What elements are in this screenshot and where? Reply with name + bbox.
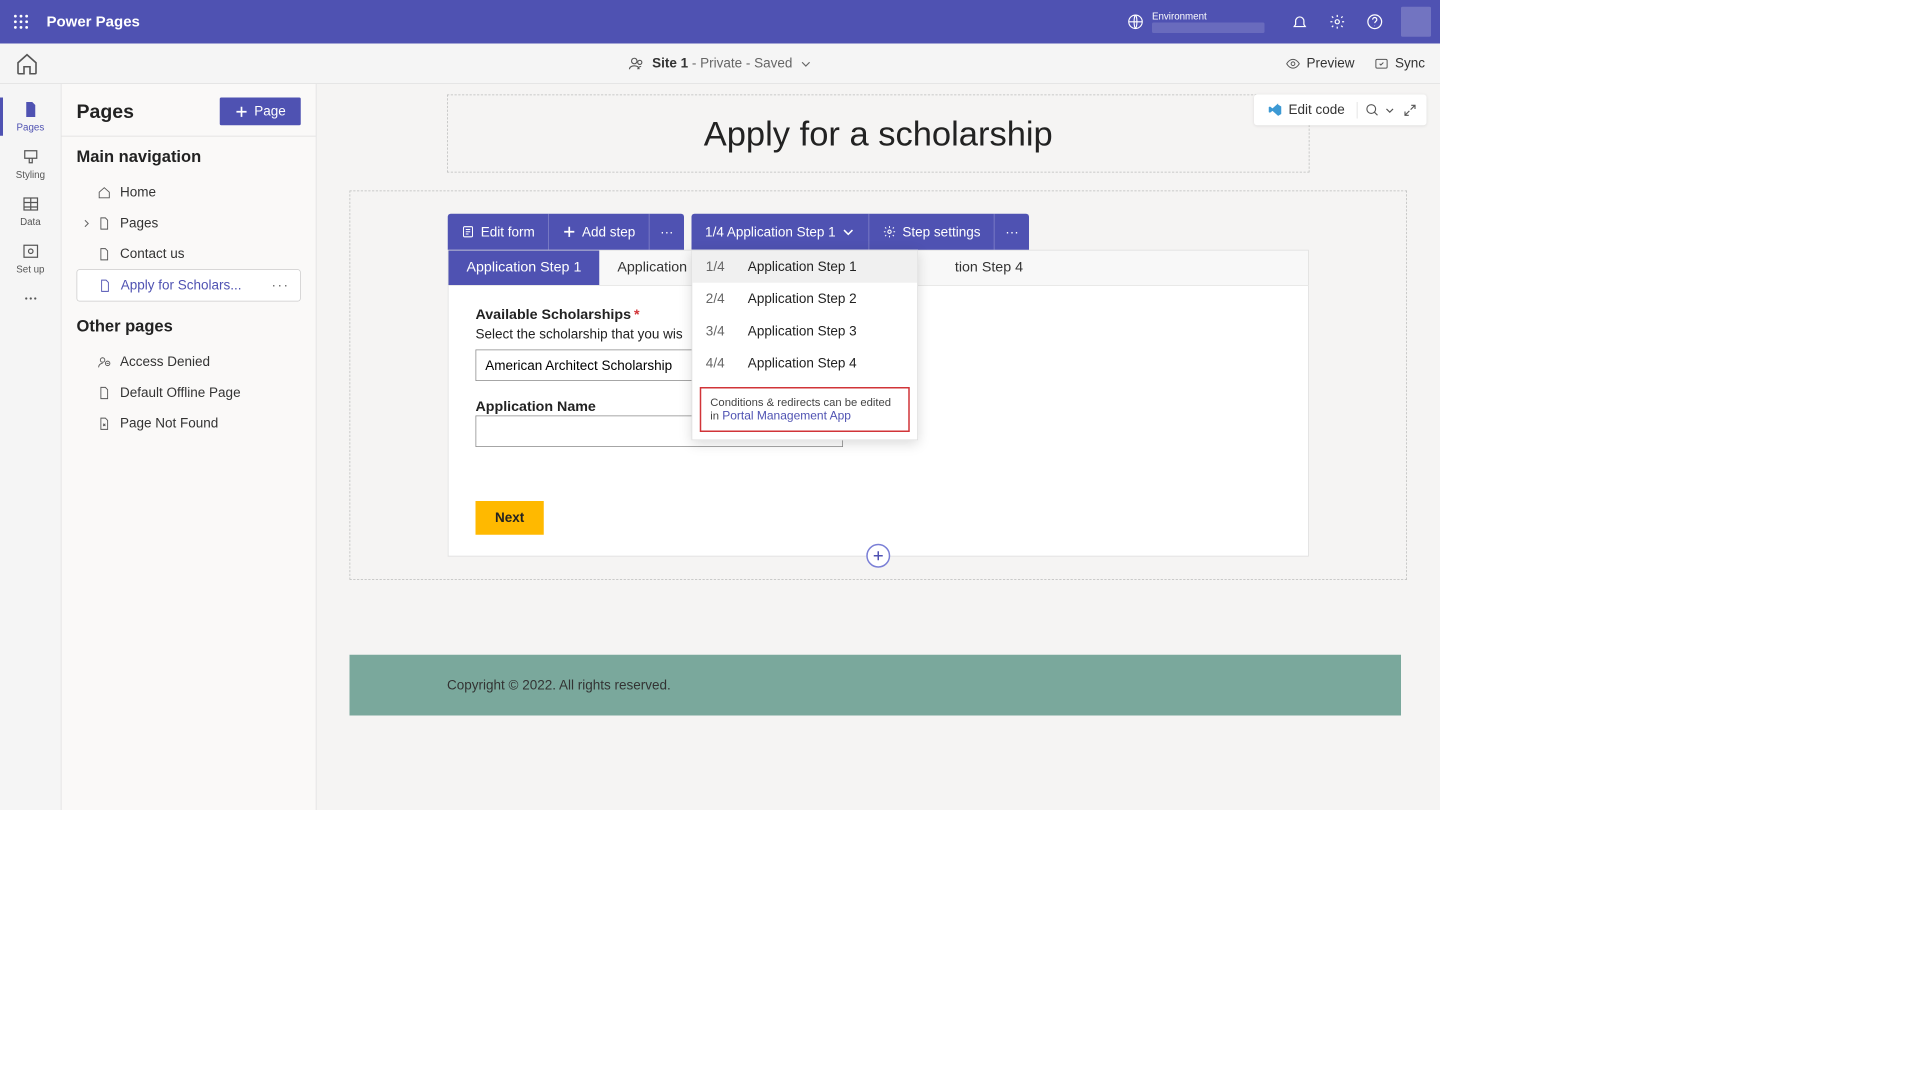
home-icon: [98, 186, 112, 200]
pages-panel: Pages Page Main navigation Home Pages Co…: [62, 84, 317, 810]
portal-management-link[interactable]: Portal Management App: [722, 410, 851, 423]
form-icon: [461, 225, 475, 239]
canvas-toolbar: Edit code: [1254, 95, 1427, 126]
tab-step-1[interactable]: Application Step 1: [449, 251, 600, 286]
site-selector[interactable]: Site 1 - Private - Saved: [628, 55, 812, 72]
top-header: Power Pages Environment: [0, 0, 1440, 44]
form-toolbar-2: 1/4 Application Step 1 Step settings ···: [692, 214, 1030, 250]
environment-selector[interactable]: Environment: [1127, 11, 1265, 33]
next-button[interactable]: Next: [476, 501, 544, 535]
page-footer: Copyright © 2022. All rights reserved.: [350, 655, 1402, 716]
page-title-section[interactable]: Apply for a scholarship: [447, 95, 1310, 173]
page-icon: [98, 279, 112, 293]
tab-step-4-partial[interactable]: tion Step 4: [937, 251, 1041, 286]
rail-more[interactable]: [0, 282, 61, 315]
page-icon: [98, 386, 112, 400]
user-avatar[interactable]: [1401, 7, 1431, 37]
main-nav-heading: Main navigation: [77, 147, 301, 167]
help-icon[interactable]: [1359, 6, 1391, 38]
rail-pages[interactable]: Pages: [0, 93, 61, 140]
sync-icon: [1374, 56, 1389, 71]
dropdown-step-2[interactable]: 2/4 Application Step 2: [692, 283, 917, 315]
gear-icon: [883, 225, 897, 239]
plus-icon: [872, 550, 884, 562]
add-step-button[interactable]: Add step: [549, 214, 650, 250]
page-error-icon: [98, 417, 112, 431]
other-pages-heading: Other pages: [77, 317, 301, 337]
app-launcher-icon[interactable]: [9, 10, 33, 34]
nav-item-contact[interactable]: Contact us: [77, 239, 301, 270]
pages-panel-title: Pages: [77, 100, 134, 123]
dropdown-step-4[interactable]: 4/4 Application Step 4: [692, 347, 917, 379]
site-name: Site 1: [652, 56, 688, 71]
person-icon: [98, 355, 112, 369]
page-icon: [98, 247, 112, 261]
footer-text: Copyright © 2022. All rights reserved.: [447, 677, 1304, 693]
nav-item-pages[interactable]: Pages: [77, 208, 301, 239]
rail-styling[interactable]: Styling: [0, 140, 61, 187]
chevron-down-icon: [800, 57, 812, 69]
settings-icon[interactable]: [1322, 6, 1354, 38]
toolbar2-more-button[interactable]: ···: [995, 214, 1029, 250]
environment-icon: [1127, 13, 1145, 31]
table-icon: [21, 195, 39, 213]
nav-item-home[interactable]: Home: [77, 177, 301, 208]
plus-icon: [235, 105, 249, 119]
nav-item-apply[interactable]: Apply for Scholars... ···: [77, 269, 301, 301]
dropdown-step-3[interactable]: 3/4 Application Step 3: [692, 315, 917, 347]
left-rail: Pages Styling Data Set up: [0, 84, 62, 810]
eye-icon: [1285, 56, 1300, 71]
brand-title: Power Pages: [47, 13, 140, 30]
more-icon: ···: [660, 224, 673, 240]
required-marker: *: [634, 307, 640, 324]
zoom-icon[interactable]: [1365, 102, 1380, 117]
chevron-down-icon: [842, 225, 856, 239]
chevron-down-icon[interactable]: [1385, 105, 1396, 116]
vscode-icon: [1267, 102, 1282, 117]
brush-icon: [21, 148, 39, 166]
sub-header: Site 1 - Private - Saved Preview Sync: [0, 44, 1440, 85]
document-icon: [21, 101, 39, 119]
form-section: Edit form Add step ···: [350, 191, 1408, 580]
nav-item-offline[interactable]: Default Offline Page: [77, 377, 301, 408]
more-icon: [21, 290, 39, 308]
environment-value: [1152, 22, 1265, 33]
notifications-icon[interactable]: [1284, 6, 1316, 38]
site-icon: [628, 55, 645, 72]
page-icon: [98, 216, 112, 230]
more-icon: ···: [1005, 224, 1018, 240]
nav-item-access-denied[interactable]: Access Denied: [77, 347, 301, 378]
rail-data[interactable]: Data: [0, 188, 61, 235]
plus-icon: [563, 225, 577, 239]
chevron-right-icon: [81, 216, 92, 230]
canvas-area: Edit code Apply for a scholarship: [317, 84, 1441, 810]
rail-setup[interactable]: Set up: [0, 235, 61, 282]
home-icon[interactable]: [15, 51, 39, 75]
environment-label: Environment: [1152, 11, 1265, 23]
add-section-button[interactable]: [866, 544, 890, 568]
dropdown-footer-callout: Conditions & redirects can be edited in …: [700, 387, 910, 432]
edit-form-button[interactable]: Edit form: [448, 214, 549, 250]
form-toolbar-1: Edit form Add step ···: [448, 214, 684, 250]
nav-item-more-icon[interactable]: ···: [272, 278, 290, 294]
nav-item-not-found[interactable]: Page Not Found: [77, 408, 301, 439]
step-picker-button[interactable]: 1/4 Application Step 1: [692, 214, 870, 250]
add-page-button[interactable]: Page: [220, 98, 301, 126]
toolbar1-more-button[interactable]: ···: [650, 214, 684, 250]
step-settings-button[interactable]: Step settings: [869, 214, 994, 250]
page-title: Apply for a scholarship: [466, 113, 1291, 154]
setup-icon: [21, 242, 39, 260]
sync-button[interactable]: Sync: [1374, 56, 1425, 72]
preview-button[interactable]: Preview: [1285, 56, 1354, 72]
step-dropdown: 1/4 Application Step 1 2/4 Application S…: [692, 250, 919, 441]
edit-code-button[interactable]: Edit code: [1263, 99, 1349, 121]
dropdown-step-1[interactable]: 1/4 Application Step 1: [692, 251, 917, 283]
expand-icon[interactable]: [1403, 102, 1418, 117]
site-status: - Private - Saved: [688, 56, 792, 71]
